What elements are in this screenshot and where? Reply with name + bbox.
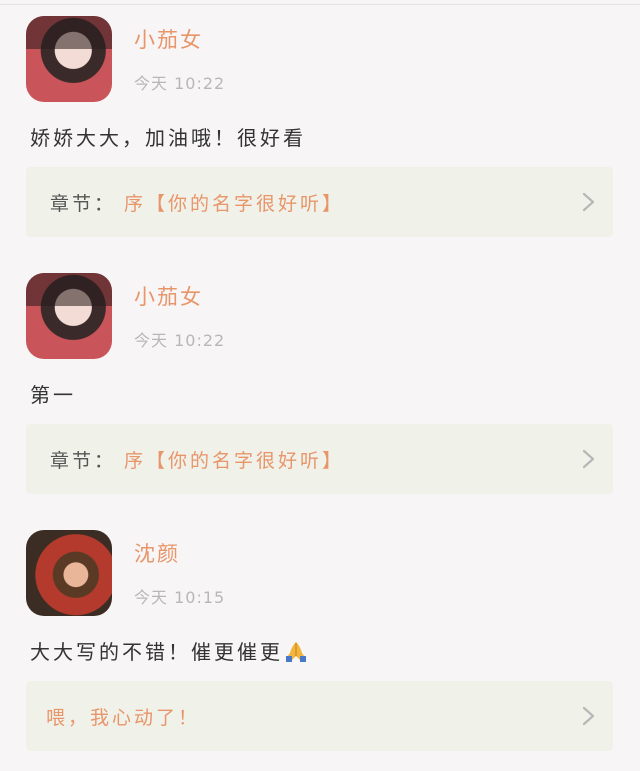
chapter-link[interactable]: 章节： 序【你的名字很好听】 <box>26 424 613 494</box>
chapter-label: 章节： <box>50 450 117 472</box>
comment-text: 大大写的不错！催更催更 <box>30 640 283 664</box>
chapter-title: 序【你的名字很好听】 <box>124 450 345 472</box>
comment-item: 沈颜 今天 10:15 大大写的不错！催更催更 喂，我心动了！ <box>0 514 640 771</box>
chevron-right-icon <box>582 192 595 212</box>
chapter-title: 喂，我心动了！ <box>46 707 201 729</box>
chapter-label: 章节： <box>50 193 117 215</box>
comment-text-row: 大大写的不错！催更催更 <box>30 636 307 665</box>
avatar[interactable] <box>26 16 112 102</box>
avatar[interactable] <box>26 530 112 616</box>
chapter-link[interactable]: 喂，我心动了！ <box>26 681 613 751</box>
username[interactable]: 小茄女 <box>134 24 203 54</box>
chevron-right-icon <box>582 449 595 469</box>
comment-item: 小茄女 今天 10:22 第一 章节： 序【你的名字很好听】 <box>0 257 640 514</box>
avatar[interactable] <box>26 273 112 359</box>
chapter-link[interactable]: 章节： 序【你的名字很好听】 <box>26 167 613 237</box>
comment-time: 今天 10:15 <box>134 588 226 607</box>
folded-hands-icon <box>286 642 306 662</box>
comment-text: 第一 <box>30 383 76 407</box>
comment-item: 小茄女 今天 10:22 娇娇大大，加油哦！很好看 章节： 序【你的名字很好听】 <box>0 0 640 257</box>
chapter-title: 序【你的名字很好听】 <box>124 193 345 215</box>
chevron-right-icon <box>582 706 595 726</box>
username[interactable]: 沈颜 <box>134 538 180 568</box>
comment-text: 娇娇大大，加油哦！很好看 <box>30 126 306 150</box>
comment-time: 今天 10:22 <box>134 74 226 93</box>
comment-time: 今天 10:22 <box>134 331 226 350</box>
username[interactable]: 小茄女 <box>134 281 203 311</box>
